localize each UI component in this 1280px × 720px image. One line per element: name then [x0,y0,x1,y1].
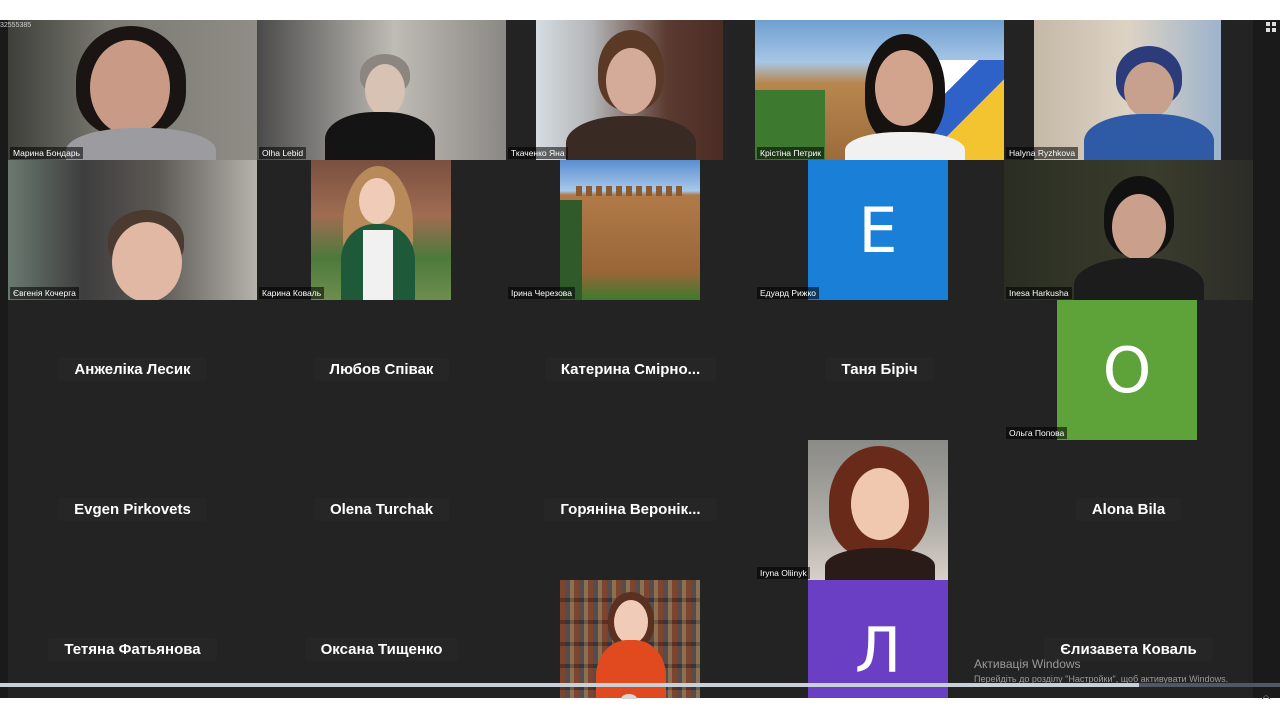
participant-name: Горяніна Веронік... [544,498,717,521]
corner-indicator-icon [1262,695,1270,699]
participant-tile[interactable]: Тетяна Фатьянова [8,580,257,698]
video-gallery: 32555385 Марина Бондарь Olha Lebid Ткаче… [0,20,1280,698]
participant-tile[interactable]: Крістіна Петрик [755,20,1004,160]
participant-name: Марина Бондарь [10,147,84,159]
windows-activation-watermark: Активація Windows Перейдіть до розділу "… [974,657,1228,684]
participant-name: Оксана Тищенко [304,638,459,661]
participant-name: Едуард Рижко [757,287,820,299]
participant-tile[interactable]: Ткаченко Яна [506,20,755,160]
participant-name: Halyna Ryzhkova [1006,147,1079,159]
participant-tile[interactable]: Карина Коваль [257,160,506,300]
participant-name: Любов Співак [313,358,450,381]
participant-avatar: Л [808,580,948,698]
participant-tile[interactable] [506,580,755,698]
participant-avatar: O [1057,300,1197,440]
participant-tile[interactable]: Iryna Oliinyk [755,440,1004,580]
participant-tile[interactable]: Halyna Ryzhkova [1004,20,1253,160]
participant-tile[interactable]: Оксана Тищенко [257,580,506,698]
participant-tile[interactable]: Л [755,580,1004,698]
participant-tile[interactable]: Ірина Черезова [506,160,755,300]
participant-name: Evgen Pirkovets [58,498,207,521]
participant-tile[interactable]: Марина Бондарь [8,20,257,160]
participant-tile[interactable]: E Едуард Рижко [755,160,1004,300]
participant-tile[interactable]: Анжеліка Лесик [8,300,257,440]
participant-name: Inesa Harkusha [1006,287,1072,299]
participant-name: Olena Turchak [313,498,450,521]
meeting-id: 32555385 [0,22,32,29]
participant-name: Iryna Oliinyk [757,567,810,579]
participant-name: Таня Біріч [825,358,934,381]
participant-tile[interactable]: O Ольга Попова [1004,300,1253,440]
participant-name: Ірина Черезова [508,287,575,299]
participant-name: Євгенія Кочерга [10,287,79,299]
participant-tile[interactable]: Катерина Смірно... [506,300,755,440]
participant-tile[interactable]: Olha Lebid [257,20,506,160]
progress-knob-icon[interactable] [614,693,644,699]
playback-progress-fill [0,683,1140,687]
participant-tile[interactable]: Olena Turchak [257,440,506,580]
participant-name: Ткаченко Яна [508,147,568,159]
participant-tile[interactable]: Горяніна Веронік... [506,440,755,580]
participant-avatar: E [808,160,948,300]
participant-tile[interactable]: Evgen Pirkovets [8,440,257,580]
participant-tile[interactable]: Alona Bila [1004,440,1253,580]
participant-name: Катерина Смірно... [544,358,717,381]
participant-tile[interactable]: Євгенія Кочерга [8,160,257,300]
participant-name: Alona Bila [1075,498,1182,521]
participant-name: Ольга Попова [1006,427,1068,439]
grid-view-icon[interactable] [1266,22,1276,32]
participant-name: Анжеліка Лесик [58,358,207,381]
activation-title: Активація Windows [974,657,1081,671]
participant-tile[interactable]: Inesa Harkusha [1004,160,1253,300]
participant-name: Карина Коваль [259,287,325,299]
participant-name: Olha Lebid [259,147,307,159]
participant-tile[interactable]: Таня Біріч [755,300,1004,440]
participant-tile[interactable]: Любов Співак [257,300,506,440]
playback-progress-bar[interactable] [0,683,1280,687]
participant-name: Тетяна Фатьянова [48,638,217,661]
participant-name: Крістіна Петрик [757,147,825,159]
